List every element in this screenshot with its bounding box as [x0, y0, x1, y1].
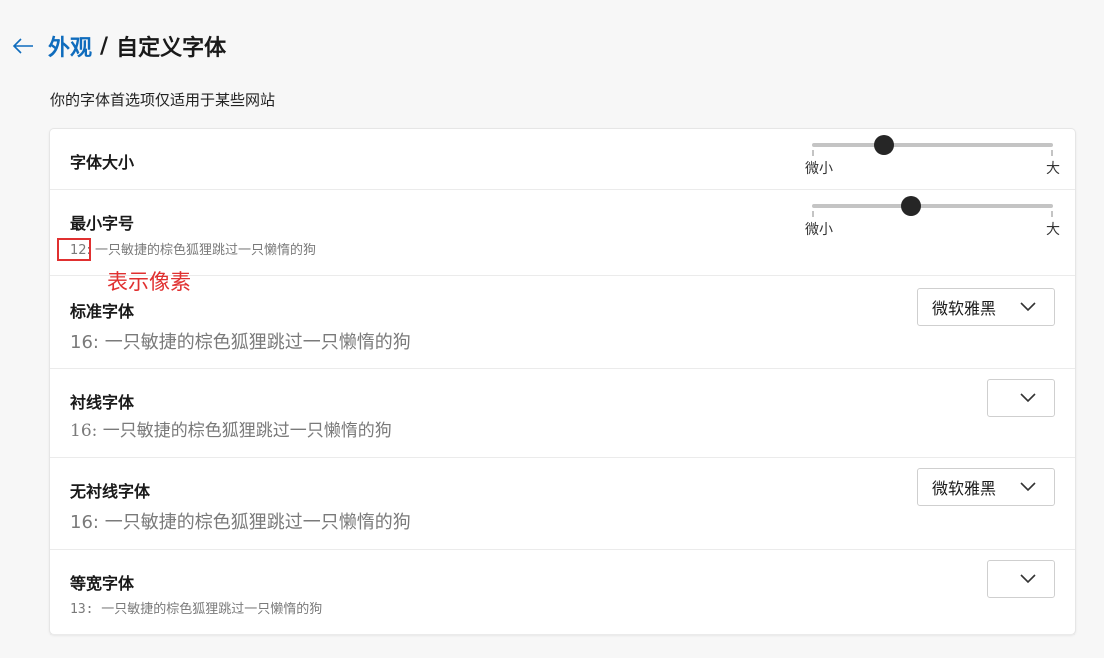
- sans-serif-font-sample: 16: 一只敏捷的棕色狐狸跳过一只懒惰的狗: [70, 512, 411, 533]
- sans-serif-font-row: 无衬线字体 16: 一只敏捷的棕色狐狸跳过一只懒惰的狗 微软雅黑: [50, 458, 1075, 550]
- chevron-down-icon: [1020, 482, 1036, 492]
- slider-thumb[interactable]: [874, 135, 895, 155]
- breadcrumb-separator: /: [100, 33, 109, 59]
- back-arrow-icon[interactable]: [10, 33, 36, 59]
- serif-font-dropdown[interactable]: [987, 379, 1055, 417]
- min-font-size-label: 最小字号: [70, 214, 135, 233]
- chevron-down-icon: [1020, 574, 1036, 584]
- serif-font-label: 衬线字体: [70, 393, 135, 412]
- sans-serif-font-dropdown[interactable]: 微软雅黑: [917, 468, 1055, 506]
- slider-thumb[interactable]: [900, 196, 921, 216]
- page-subtitle: 你的字体首选项仅适用于某些网站: [50, 91, 276, 109]
- standard-font-row: 标准字体 16: 一只敏捷的棕色狐狸跳过一只懒惰的狗 微软雅黑: [50, 276, 1075, 369]
- font-size-row: 字体大小 微小 大: [50, 129, 1075, 190]
- slider-tick-max: [1051, 150, 1053, 156]
- slider-tick-min: [812, 211, 814, 217]
- monospace-font-dropdown[interactable]: [987, 560, 1055, 598]
- dropdown-value: 微软雅黑: [932, 299, 997, 318]
- breadcrumb-appearance-link[interactable]: 外观: [48, 30, 92, 62]
- min-font-size-row: 最小字号 12: 一只敏捷的棕色狐狸跳过一只懒惰的狗 微小 大: [50, 190, 1075, 276]
- min-font-size-sample: 12: 一只敏捷的棕色狐狸跳过一只懒惰的狗: [70, 243, 317, 258]
- monospace-font-row: 等宽字体 13: 一只敏捷的棕色狐狸跳过一只懒惰的狗: [50, 550, 1075, 635]
- font-size-label: 字体大小: [70, 153, 135, 172]
- chevron-down-icon: [1020, 393, 1036, 403]
- monospace-font-label: 等宽字体: [70, 574, 135, 593]
- slider-max-label: 大: [1046, 161, 1060, 177]
- slider-min-label: 微小: [805, 222, 833, 238]
- serif-font-sample: 16: 一只敏捷的棕色狐狸跳过一只懒惰的狗: [70, 421, 392, 441]
- slider-tick-max: [1051, 211, 1053, 217]
- sans-serif-font-label: 无衬线字体: [70, 482, 151, 501]
- font-size-slider[interactable]: 微小 大: [805, 129, 1060, 177]
- min-font-size-slider[interactable]: 微小 大: [805, 190, 1060, 238]
- slider-tick-min: [812, 150, 814, 156]
- breadcrumb-current: 自定义字体: [116, 36, 227, 61]
- slider-min-label: 微小: [805, 161, 833, 177]
- slider-max-label: 大: [1046, 222, 1060, 238]
- page-title: 外观 / 自定义字体: [48, 30, 226, 62]
- standard-font-dropdown[interactable]: 微软雅黑: [917, 288, 1055, 326]
- serif-font-row: 衬线字体 16: 一只敏捷的棕色狐狸跳过一只懒惰的狗: [50, 369, 1075, 458]
- annotation-text: 表示像素: [107, 270, 191, 294]
- page-header: 外观 / 自定义字体: [10, 28, 226, 64]
- slider-track: [812, 204, 1053, 208]
- chevron-down-icon: [1020, 302, 1036, 312]
- slider-track: [812, 143, 1053, 147]
- font-settings-card: 字体大小 微小 大 最小字号 12: 一只敏捷的棕色狐狸跳过一只懒惰的狗 微小 …: [50, 129, 1075, 635]
- monospace-font-sample: 13: 一只敏捷的棕色狐狸跳过一只懒惰的狗: [70, 602, 323, 617]
- annotation-highlight-box: [57, 238, 91, 261]
- standard-font-sample: 16: 一只敏捷的棕色狐狸跳过一只懒惰的狗: [70, 332, 411, 353]
- standard-font-label: 标准字体: [70, 302, 135, 321]
- dropdown-value: 微软雅黑: [932, 479, 997, 498]
